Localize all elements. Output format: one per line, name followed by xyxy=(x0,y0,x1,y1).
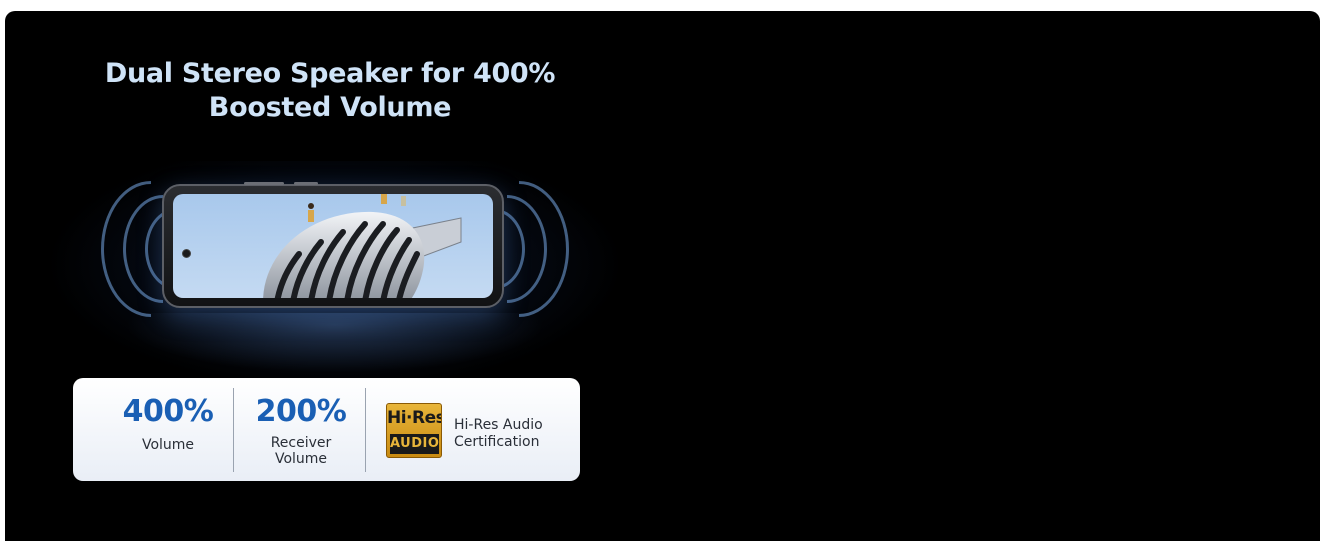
promo-banner: Dual Stereo Speaker for 400% Boosted Vol… xyxy=(5,11,1320,541)
camera-icon xyxy=(182,249,191,258)
phone-reflection xyxy=(125,313,545,373)
certification-label-line-2: Certification xyxy=(454,434,540,450)
phone-screen xyxy=(173,194,493,298)
headline-line-2: Boosted Volume xyxy=(208,92,452,123)
stats-card: 400% Volume 200% Receiver Volume Hi·Res … xyxy=(73,378,580,481)
headline-line-1: Dual Stereo Speaker for 400% xyxy=(104,58,556,89)
certification-label-line-1: Hi-Res Audio xyxy=(454,417,543,433)
hi-res-audio-badge: Hi·Res AUDIO xyxy=(386,403,442,458)
stat-receiver-label-line-2: Volume xyxy=(274,451,328,467)
stat-volume-label: Volume xyxy=(141,437,195,453)
phone-image xyxy=(162,182,504,308)
stat-receiver-value: 200% xyxy=(255,394,347,429)
badge-bottom-text: AUDIO xyxy=(390,434,439,454)
divider xyxy=(365,388,366,472)
stat-volume-value: 400% xyxy=(122,394,214,429)
badge-top-text: Hi·Res xyxy=(387,408,442,428)
divider xyxy=(233,388,234,472)
certification-label: Hi-Res Audio Certification xyxy=(454,417,543,451)
headline: Dual Stereo Speaker for 400% Boosted Vol… xyxy=(75,57,585,125)
microphone-image xyxy=(263,194,462,298)
stat-receiver-label-line-1: Receiver xyxy=(270,435,332,451)
